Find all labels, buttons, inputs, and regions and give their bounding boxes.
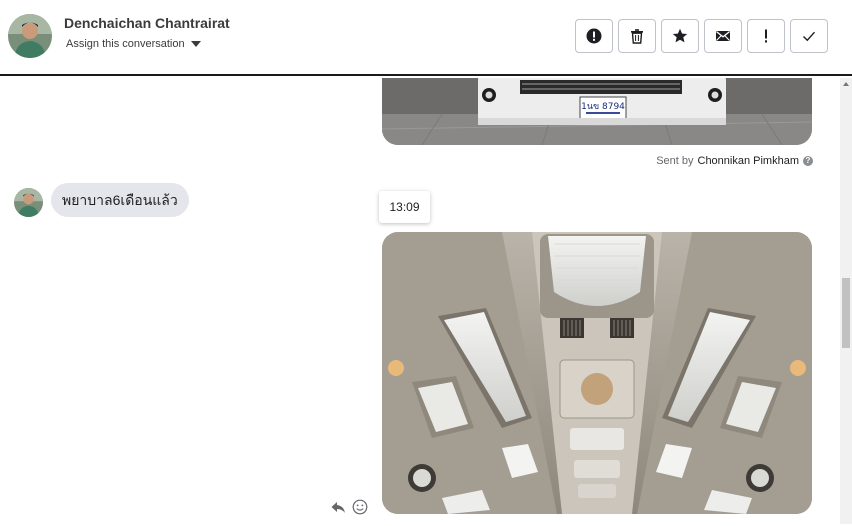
thread-scrollbar[interactable] [840, 78, 852, 524]
mark-unread-button[interactable] [704, 19, 742, 53]
conversation-toolbar [575, 19, 828, 53]
assign-conversation-dropdown[interactable]: Assign this conversation [66, 38, 201, 50]
conversation-header: Denchaichan Chantrairat Assign this conv… [0, 0, 852, 76]
contact-name[interactable]: Denchaichan Chantrairat [64, 15, 230, 31]
caret-down-icon [190, 41, 201, 47]
mail-icon [716, 31, 730, 41]
delete-button[interactable] [618, 19, 656, 53]
contact-avatar[interactable] [8, 14, 52, 58]
star-button[interactable] [661, 19, 699, 53]
message-thread: 1นข 8794 Sent by Chonnikan Pimkham ? พยา… [0, 78, 840, 524]
trash-icon [631, 29, 643, 44]
incoming-message-bubble[interactable]: พยาบาล6เดือนแล้ว [51, 183, 189, 217]
sent-by-note: Sent by Chonnikan Pimkham ? [656, 155, 813, 167]
spam-button[interactable] [575, 19, 613, 53]
star-icon [672, 28, 688, 43]
check-icon [803, 31, 816, 42]
help-icon[interactable]: ? [803, 156, 813, 166]
van-interior-photo[interactable] [382, 232, 812, 514]
sent-by-prefix: Sent by [656, 155, 694, 167]
important-button[interactable] [747, 19, 785, 53]
message-actions [330, 499, 368, 515]
sent-by-agent: Chonnikan Pimkham [697, 155, 800, 167]
scroll-up-arrow-icon[interactable] [843, 82, 849, 86]
scrollbar-thumb[interactable] [842, 278, 850, 348]
done-button[interactable] [790, 19, 828, 53]
emoji-icon[interactable] [352, 499, 368, 515]
car-front-photo[interactable]: 1นข 8794 [382, 78, 812, 145]
reply-icon[interactable] [330, 499, 346, 515]
assign-label: Assign this conversation [66, 38, 185, 50]
spam-icon [586, 28, 602, 44]
license-plate-text: 1นข 8794 [581, 102, 625, 112]
important-icon [765, 29, 767, 43]
timestamp-tooltip: 13:09 [379, 191, 430, 223]
sender-avatar[interactable] [14, 188, 43, 217]
